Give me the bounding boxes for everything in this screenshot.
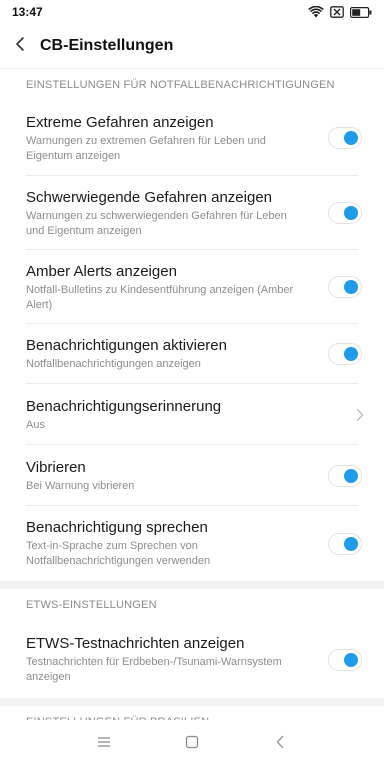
setting-subtitle: Warnungen zu extremen Gefahren für Leben…	[26, 134, 266, 162]
screen: 13:47 CB-Einstellungen EINSTELLUNGEN FÜR…	[0, 0, 384, 768]
setting-title: Benachrichtigungserinnerung	[26, 397, 222, 415]
setting-subtitle: Aus	[26, 418, 45, 431]
status-icons	[308, 6, 372, 18]
section-header-brasilien: EINSTELLUNGEN FÜR BRASILIEN	[0, 706, 384, 720]
setting-title: Benachrichtigungen aktivieren	[26, 337, 227, 354]
setting-extreme-gefahren[interactable]: Extreme Gefahren anzeigen Warnungen zu e…	[0, 100, 384, 176]
etws-testnachrichten-toggle[interactable]	[328, 648, 362, 671]
page-title: CB-Einstellungen	[40, 37, 174, 54]
setting-subtitle: Notfall-Bulletins zu Kindesentführung an…	[26, 283, 294, 311]
setting-title: ETWS-Testnachrichten anzeigen	[26, 635, 245, 652]
back-button[interactable]	[0, 24, 40, 68]
sim-disabled-icon	[330, 6, 344, 18]
setting-title: Vibrieren	[26, 458, 86, 476]
setting-title: Extreme Gefahren anzeigen	[26, 113, 214, 131]
navigation-bar	[0, 720, 384, 768]
setting-subtitle: Bei Warnung vibrieren	[26, 479, 135, 492]
back-icon	[275, 735, 285, 754]
section-header-etws: ETWS-EINSTELLUNGEN	[26, 599, 157, 611]
schwerwiegende-gefahren-toggle[interactable]	[328, 202, 362, 224]
menu-button[interactable]	[84, 724, 124, 764]
setting-amber-alerts[interactable]: Amber Alerts anzeigen Notfall-Bulletins …	[0, 250, 384, 324]
wifi-icon	[308, 6, 324, 18]
setting-benachrichtigung-sprechen[interactable]: Benachrichtigung sprechen Text-in-Sprach…	[0, 506, 384, 581]
settings-list: EINSTELLUNGEN FÜR NOTFALLBENACHRICHTIGUN…	[0, 68, 384, 720]
status-time: 13:47	[12, 5, 43, 19]
setting-title: Benachrichtigung sprechen	[26, 519, 208, 536]
setting-benachrichtigungserinnerung[interactable]: Benachrichtigungserinnerung Aus	[0, 384, 384, 445]
setting-title: Amber Alerts anzeigen	[26, 262, 177, 280]
setting-subtitle: Testnachrichten für Erdbeben-/Tsunami-Wa…	[26, 656, 282, 683]
setting-subtitle: Warnungen zu schwerwiegenden Gefahren fü…	[26, 209, 287, 237]
setting-title: Schwerwiegende Gefahren anzeigen	[26, 188, 272, 206]
home-button[interactable]	[172, 724, 212, 764]
menu-icon	[97, 735, 111, 753]
extreme-gefahren-toggle[interactable]	[328, 127, 362, 149]
status-bar: 13:47	[0, 0, 384, 24]
app-bar: CB-Einstellungen	[0, 24, 384, 68]
setting-schwerwiegende-gefahren[interactable]: Schwerwiegende Gefahren anzeigen Warnung…	[0, 176, 384, 250]
section-separator	[0, 581, 384, 589]
setting-benachrichtigungen-aktivieren[interactable]: Benachrichtigungen aktivieren Notfallben…	[0, 324, 384, 384]
battery-icon	[350, 6, 372, 18]
home-icon	[185, 735, 199, 754]
setting-subtitle: Notfallbenachrichtigungen anzeigen	[26, 358, 201, 370]
nav-back-button[interactable]	[260, 724, 300, 764]
section-separator	[0, 698, 384, 706]
amber-alerts-toggle[interactable]	[328, 276, 362, 298]
setting-etws-testnachrichten[interactable]: ETWS-Testnachrichten anzeigen Testnachri…	[0, 621, 384, 698]
back-arrow-icon	[14, 36, 26, 57]
setting-subtitle: Text-in-Sprache zum Sprechen von Notfall…	[26, 540, 211, 567]
chevron-right-icon	[356, 408, 364, 427]
benachrichtigungen-aktivieren-toggle[interactable]	[328, 343, 362, 365]
vibrieren-toggle[interactable]	[328, 464, 362, 487]
section-header-notfall: EINSTELLUNGEN FÜR NOTFALLBENACHRICHTIGUN…	[0, 68, 384, 100]
setting-vibrieren[interactable]: Vibrieren Bei Warnung vibrieren	[0, 445, 384, 506]
benachrichtigung-sprechen-toggle[interactable]	[328, 532, 362, 555]
